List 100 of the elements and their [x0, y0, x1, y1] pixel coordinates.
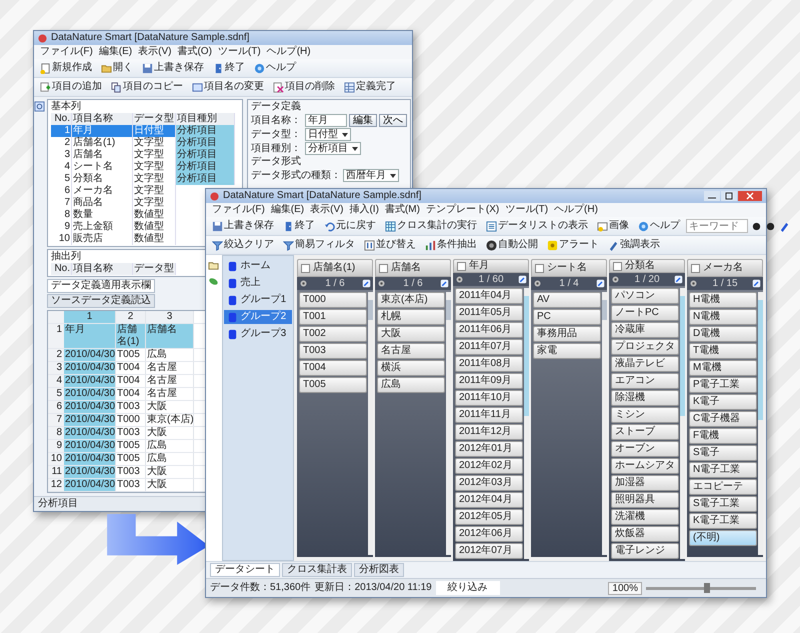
- maximize-icon[interactable]: [721, 191, 737, 201]
- scrollbar[interactable]: [524, 288, 529, 559]
- filter-item[interactable]: 除湿機: [611, 390, 679, 406]
- toolbar-button[interactable]: 開く: [98, 60, 136, 76]
- toolbar-button[interactable]: 絞込クリア: [209, 237, 277, 253]
- column-header[interactable]: 項目名称: [72, 263, 133, 275]
- select-icon[interactable]: [674, 275, 683, 284]
- filter-item[interactable]: 札幌: [377, 309, 445, 325]
- filter-item[interactable]: 液晶テレビ: [611, 356, 679, 372]
- panel-button[interactable]: 次へ: [379, 114, 407, 127]
- table-row[interactable]: 1 年月 日付型 分析項目: [51, 125, 235, 137]
- filter-item[interactable]: P電子工業: [689, 377, 757, 393]
- toolbar-button[interactable]: 項目のコピー: [108, 79, 186, 95]
- filter-item[interactable]: T004: [299, 360, 367, 376]
- filter-item[interactable]: 加湿器: [611, 475, 679, 491]
- filter-item[interactable]: 2011年09月: [455, 373, 523, 389]
- column-header[interactable]: 2: [116, 311, 146, 323]
- filter-item[interactable]: 2012年01月: [455, 441, 523, 457]
- filter-item[interactable]: N電機: [689, 309, 757, 325]
- sheet-tab[interactable]: データシート: [210, 563, 280, 577]
- panel-button[interactable]: 編集: [349, 114, 377, 127]
- tree-item[interactable]: 売上: [224, 276, 292, 290]
- toolbar-button[interactable]: 元に戻す: [321, 218, 379, 234]
- menu-item[interactable]: 表示(V): [310, 204, 344, 216]
- close-icon[interactable]: [738, 191, 762, 201]
- toolbar-button[interactable]: 項目名の変更: [189, 79, 267, 95]
- filter-item[interactable]: エコピーテ: [689, 479, 757, 495]
- folder-icon[interactable]: [208, 260, 220, 271]
- filter-item[interactable]: PC: [533, 309, 601, 325]
- filter-item[interactable]: 横浜: [377, 360, 445, 376]
- menu-item[interactable]: 書式(M): [384, 204, 420, 216]
- filter-item[interactable]: 2011年08月: [455, 356, 523, 372]
- toolbar-button[interactable]: クロス集計の実行: [382, 218, 480, 234]
- filter-item[interactable]: 広島: [377, 377, 445, 393]
- checkbox[interactable]: [379, 264, 388, 272]
- sheet-tab[interactable]: 分析図表: [354, 563, 404, 577]
- filter-item[interactable]: 2012年03月: [455, 475, 523, 491]
- column-header[interactable]: データ型: [133, 263, 176, 275]
- filter-item[interactable]: S電子工業: [689, 496, 757, 512]
- dropdown[interactable]: 西暦年月: [343, 169, 399, 182]
- toolbar-button[interactable]: 画像: [594, 218, 632, 234]
- filter-item[interactable]: 2011年06月: [455, 322, 523, 338]
- filter-item[interactable]: 2012年07月: [455, 543, 523, 559]
- column-header[interactable]: 分類名: [609, 259, 685, 273]
- toolbar-button[interactable]: 自動公開: [483, 237, 541, 253]
- tree-item[interactable]: グループ2: [224, 310, 292, 324]
- menu-item[interactable]: 挿入(I): [349, 204, 379, 216]
- filter-item[interactable]: 2011年04月: [455, 288, 523, 304]
- scrollbar[interactable]: [680, 288, 685, 559]
- select-icon[interactable]: [362, 279, 371, 288]
- filter-item[interactable]: プロジェクタ: [611, 339, 679, 355]
- menu-item[interactable]: ツール(T): [505, 204, 548, 216]
- scrollbar[interactable]: [758, 292, 763, 555]
- filter-item[interactable]: 2011年05月: [455, 305, 523, 321]
- filter-item[interactable]: 家電: [533, 343, 601, 359]
- column-header[interactable]: 店舗名: [375, 259, 451, 277]
- toolbar-button[interactable]: 項目の削除: [270, 79, 338, 95]
- toolbar-button[interactable]: 項目の追加: [37, 79, 105, 95]
- filter-item[interactable]: 2012年04月: [455, 492, 523, 508]
- menu-item[interactable]: 編集(E): [270, 204, 304, 216]
- menu-item[interactable]: 編集(E): [98, 46, 132, 58]
- toolbar-button[interactable]: 上書き保存: [139, 60, 207, 76]
- checkbox[interactable]: [535, 264, 544, 272]
- filter-item[interactable]: パソコン: [611, 288, 679, 304]
- checkbox[interactable]: [301, 264, 310, 272]
- filter-item[interactable]: T003: [299, 343, 367, 359]
- filter-item[interactable]: AV: [533, 292, 601, 308]
- menu-item[interactable]: テンプレート(X): [426, 204, 500, 216]
- filter-item[interactable]: T000: [299, 292, 367, 308]
- filter-item[interactable]: 洗濯機: [611, 509, 679, 525]
- checkbox[interactable]: [613, 262, 622, 270]
- filter-item[interactable]: M電機: [689, 360, 757, 376]
- column-header[interactable]: 店舗名(1): [297, 259, 373, 277]
- filter-item[interactable]: 東京(本店): [377, 292, 445, 308]
- select-icon[interactable]: [596, 279, 605, 288]
- column-header[interactable]: メーカ名: [687, 259, 763, 277]
- filter-item[interactable]: 2012年06月: [455, 526, 523, 542]
- slider-thumb[interactable]: [704, 582, 710, 592]
- menu-item[interactable]: ファイル(F): [212, 204, 265, 216]
- leaf-icon[interactable]: [208, 276, 220, 287]
- select-icon[interactable]: [518, 275, 527, 284]
- filter-item[interactable]: N電子工業: [689, 462, 757, 478]
- filter-item[interactable]: 大阪: [377, 326, 445, 342]
- filter-item[interactable]: オーブン: [611, 441, 679, 457]
- tree-item[interactable]: グループ1: [224, 293, 292, 307]
- filter-item[interactable]: エアコン: [611, 373, 679, 389]
- filter-item[interactable]: ストーブ: [611, 424, 679, 440]
- toolbar-button[interactable]: データリストの表示: [483, 218, 591, 234]
- filter-item[interactable]: F電機: [689, 428, 757, 444]
- menu-item[interactable]: ヘルプ(H): [554, 204, 598, 216]
- filter-item[interactable]: 2011年07月: [455, 339, 523, 355]
- tab[interactable]: データ定義適用表示欄: [47, 279, 155, 293]
- filter-item[interactable]: 2011年11月: [455, 407, 523, 423]
- filter-item[interactable]: 2012年05月: [455, 509, 523, 525]
- menu-item[interactable]: ツール(T): [218, 46, 261, 58]
- filter-item[interactable]: 2012年02月: [455, 458, 523, 474]
- table-row[interactable]: 8 数量 数値型: [51, 209, 176, 221]
- toolbar-button[interactable]: 条件抽出: [422, 237, 480, 253]
- filter-item[interactable]: 事務用品: [533, 326, 601, 342]
- filter-item[interactable]: 照明器具: [611, 492, 679, 508]
